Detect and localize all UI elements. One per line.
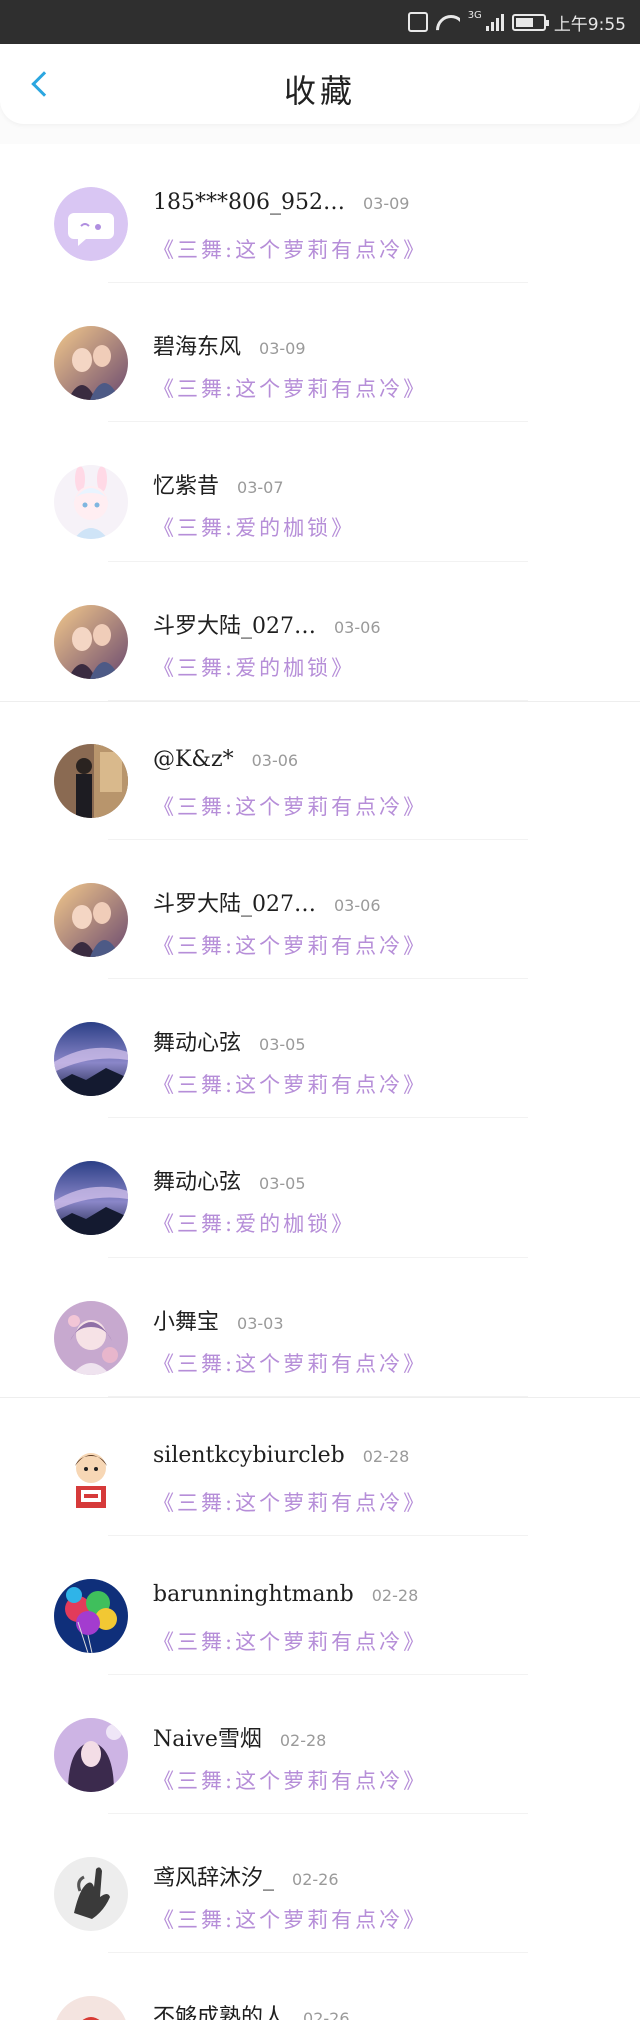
user-name: Naive雪烟 bbox=[153, 1727, 262, 1753]
bunny-girl-avatar[interactable] bbox=[54, 465, 128, 540]
favorite-date: 03-05 bbox=[259, 1035, 306, 1055]
song-title[interactable]: 《三舞:这个萝莉有点冷》 bbox=[153, 234, 427, 264]
list-item[interactable]: @K&z* 03-06 《三舞:这个萝莉有点冷》 bbox=[0, 701, 640, 840]
user-name: 鸢风辞沐汐_ bbox=[153, 1866, 275, 1892]
list-item[interactable]: 碧海东风 03-09 《三舞:这个萝莉有点冷》 bbox=[0, 283, 640, 423]
list-item[interactable]: silentkcybiurcleb 02-28 《三舞:这个萝莉有点冷》 bbox=[0, 1397, 640, 1536]
list-item[interactable]: 斗罗大陆_027… 03-06 《三舞:这个萝莉有点冷》 bbox=[0, 840, 640, 980]
song-title[interactable]: 《三舞:爱的枷锁》 bbox=[153, 512, 355, 542]
red-anime-avatar[interactable] bbox=[54, 1996, 128, 2020]
list-item[interactable]: 小舞宝 03-03 《三舞:这个萝莉有点冷》 bbox=[0, 1258, 640, 1397]
list-item[interactable]: 鸢风辞沐汐_ 02-26 《三舞:这个萝莉有点冷》 bbox=[0, 1814, 640, 1954]
song-title[interactable]: 《三舞:这个萝莉有点冷》 bbox=[153, 1765, 427, 1795]
list-item[interactable]: barunninghtmanb 02-28 《三舞:这个萝莉有点冷》 bbox=[0, 1536, 640, 1676]
favorites-list: 185***806_952… 03-09 《三舞:这个萝莉有点冷》 碧海东风 0… bbox=[0, 144, 640, 2020]
favorite-date: 03-06 bbox=[251, 750, 299, 770]
vibrate-icon bbox=[407, 12, 428, 32]
photo-avatar[interactable] bbox=[54, 743, 128, 818]
user-name: 斗罗大陆_027… bbox=[153, 891, 316, 917]
user-name: 不够成熟的人 bbox=[153, 2005, 286, 2020]
anime-girl-avatar[interactable] bbox=[54, 1300, 128, 1375]
name-line: 忆紫昔 03-07 bbox=[153, 468, 284, 500]
header-card: 收藏 bbox=[0, 44, 640, 124]
user-name: barunninghtmanb bbox=[153, 1581, 354, 1607]
galaxy-avatar[interactable] bbox=[54, 1161, 128, 1236]
user-name: 斗罗大陆_027… bbox=[153, 613, 316, 639]
song-title[interactable]: 《三舞:这个萝莉有点冷》 bbox=[153, 1069, 427, 1099]
name-line: 舞动心弦 03-05 bbox=[153, 1025, 306, 1057]
anime-couple-avatar[interactable] bbox=[54, 326, 128, 401]
song-title[interactable]: 《三舞:爱的枷锁》 bbox=[153, 652, 355, 682]
list-item[interactable]: 舞动心弦 03-05 《三舞:这个萝莉有点冷》 bbox=[0, 979, 640, 1119]
balloons-avatar[interactable] bbox=[54, 1578, 128, 1653]
hand-gesture-avatar[interactable] bbox=[54, 1857, 128, 1932]
user-name: 185***806_952… bbox=[153, 190, 345, 215]
song-title[interactable]: 《三舞:这个萝莉有点冷》 bbox=[153, 930, 427, 960]
name-line: 小舞宝 03-03 bbox=[153, 1304, 284, 1336]
name-line: 鸢风辞沐汐_ 02-26 bbox=[153, 1860, 339, 1892]
galaxy-avatar[interactable] bbox=[54, 1022, 128, 1097]
song-title[interactable]: 《三舞:这个萝莉有点冷》 bbox=[153, 791, 427, 821]
list-item[interactable]: 忆紫昔 03-07 《三舞:爱的枷锁》 bbox=[0, 422, 640, 562]
song-title[interactable]: 《三舞:这个萝莉有点冷》 bbox=[153, 1626, 427, 1656]
favorite-date: 03-09 bbox=[259, 339, 306, 359]
header: 收藏 bbox=[0, 44, 640, 144]
song-title[interactable]: 《三舞:爱的枷锁》 bbox=[153, 1208, 355, 1238]
user-name: 小舞宝 bbox=[153, 1309, 220, 1335]
song-title[interactable]: 《三舞:这个萝莉有点冷》 bbox=[153, 1904, 427, 1934]
network-type: 3G bbox=[467, 9, 482, 21]
favorite-date: 02-28 bbox=[279, 1731, 327, 1751]
name-line: 斗罗大陆_027… 03-06 bbox=[153, 886, 381, 918]
wifi-icon bbox=[436, 13, 460, 31]
page-title: 收藏 bbox=[283, 72, 356, 110]
song-title[interactable]: 《三舞:这个萝莉有点冷》 bbox=[153, 1487, 427, 1517]
favorite-date: 03-05 bbox=[259, 1174, 306, 1194]
favorite-date: 02-28 bbox=[371, 1585, 419, 1605]
cartoon-boy-avatar[interactable] bbox=[54, 1439, 128, 1514]
user-name: silentkcybiurcleb bbox=[153, 1442, 345, 1468]
name-line: @K&z* 03-06 bbox=[153, 747, 298, 772]
name-line: barunninghtmanb 02-28 bbox=[153, 1582, 418, 1607]
user-name: 忆紫昔 bbox=[153, 474, 220, 500]
battery-level bbox=[515, 17, 533, 27]
status-bar: 3G 上午9:55 bbox=[0, 0, 640, 44]
list-item[interactable]: 不够成熟的人 02-26 bbox=[0, 1953, 640, 2020]
list-item[interactable]: 185***806_952… 03-09 《三舞:这个萝莉有点冷》 bbox=[0, 144, 640, 284]
favorite-date: 03-03 bbox=[237, 1313, 284, 1333]
user-name: 舞动心弦 bbox=[153, 1170, 242, 1196]
favorite-date: 03-06 bbox=[334, 617, 381, 637]
favorite-date: 03-06 bbox=[334, 895, 381, 915]
song-title[interactable]: 《三舞:这个萝莉有点冷》 bbox=[153, 373, 427, 403]
user-name: 舞动心弦 bbox=[153, 1031, 242, 1057]
name-line: 舞动心弦 03-05 bbox=[153, 1164, 306, 1196]
favorite-date: 02-28 bbox=[362, 1446, 410, 1466]
song-title[interactable]: 《三舞:这个萝莉有点冷》 bbox=[153, 1348, 427, 1378]
signal-icon bbox=[485, 13, 504, 31]
favorite-date: 03-09 bbox=[362, 194, 410, 213]
battery-icon bbox=[511, 13, 549, 31]
favorite-date: 02-26 bbox=[292, 1870, 339, 1890]
name-line: 碧海东风 03-09 bbox=[153, 329, 306, 361]
list-item[interactable]: 斗罗大陆_027… 03-06 《三舞:爱的枷锁》 bbox=[0, 562, 640, 701]
chat-bubble-avatar[interactable] bbox=[54, 187, 128, 261]
anime-couple-avatar[interactable] bbox=[54, 882, 128, 957]
favorite-date: 03-07 bbox=[237, 478, 284, 498]
purple-girl-avatar[interactable] bbox=[54, 1718, 128, 1793]
user-name: @K&z* bbox=[153, 746, 234, 772]
name-line: 185***806_952… 03-09 bbox=[153, 190, 409, 215]
list-item[interactable]: Naive雪烟 02-28 《三舞:这个萝莉有点冷》 bbox=[0, 1675, 640, 1815]
favorite-date: 02-26 bbox=[303, 2009, 350, 2020]
status-time: 上午9:55 bbox=[553, 14, 626, 35]
anime-couple-avatar[interactable] bbox=[54, 604, 128, 679]
name-line: 斗罗大陆_027… 03-06 bbox=[153, 608, 381, 640]
user-name: 碧海东风 bbox=[153, 335, 242, 361]
list-item[interactable]: 舞动心弦 03-05 《三舞:爱的枷锁》 bbox=[0, 1118, 640, 1258]
name-line: 不够成熟的人 02-26 bbox=[153, 1999, 350, 2020]
name-line: silentkcybiurcleb 02-28 bbox=[153, 1443, 409, 1468]
name-line: Naive雪烟 02-28 bbox=[153, 1721, 326, 1753]
